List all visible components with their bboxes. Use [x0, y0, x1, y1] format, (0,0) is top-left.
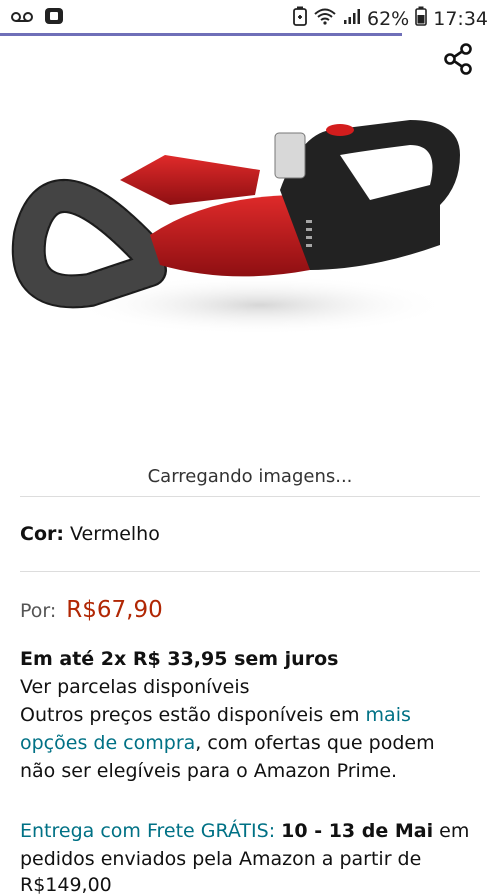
installments-link[interactable]: Ver parcelas disponíveis	[20, 676, 250, 698]
status-left-icons	[10, 7, 64, 29]
other-prices-text: Outros preços estão disponíveis em	[20, 704, 360, 726]
product-image[interactable]	[10, 95, 490, 395]
color-value: Vermelho	[70, 523, 160, 545]
battery-percent: 62%	[367, 7, 410, 30]
price-row: Por: R$67,90	[20, 597, 163, 623]
installments-text: Em até 2x R$ 33,95 sem juros	[20, 648, 339, 670]
buying-options-link[interactable]: opções de compra	[20, 732, 195, 754]
delivery-suffix: em	[439, 820, 470, 842]
loading-images-text: Carregando imagens...	[147, 466, 353, 487]
color-label: Cor:	[20, 523, 64, 545]
other-prices-text: , com ofertas que podem	[195, 732, 435, 754]
share-button[interactable]	[441, 42, 475, 76]
share-icon	[444, 43, 472, 75]
delivery-line-2: pedidos enviados pela Amazon a partir de	[20, 848, 422, 870]
battery-icon	[415, 6, 428, 31]
delivery-line-3: R$149,00	[20, 874, 112, 896]
screen-cast-icon	[44, 7, 64, 29]
free-delivery-link[interactable]: Entrega com Frete GRÁTIS:	[20, 820, 275, 842]
wifi-icon	[313, 7, 337, 30]
other-prices-line-2: opções de compra, com ofertas que podem	[20, 732, 435, 754]
other-prices-line-3: não ser elegíveis para o Amazon Prime.	[20, 760, 398, 782]
divider	[20, 496, 480, 497]
clock: 17:34	[433, 7, 488, 30]
price-value: R$67,90	[66, 597, 163, 623]
delivery-line-1: Entrega com Frete GRÁTIS: 10 - 13 de Mai…	[20, 820, 469, 842]
more-options-link[interactable]: mais	[366, 704, 411, 726]
color-selection: Cor: Vermelho	[20, 523, 160, 545]
status-bar: 62% 17:34	[0, 0, 500, 34]
battery-saver-icon	[293, 6, 307, 31]
divider	[20, 571, 480, 572]
page-load-progress	[0, 33, 402, 36]
status-right: 62% 17:34	[293, 6, 488, 31]
signal-icon	[343, 7, 361, 30]
other-prices-line-1: Outros preços estão disponíveis em mais	[20, 704, 411, 726]
handheld-vacuum-image	[11, 120, 460, 335]
delivery-dates: 10 - 13 de Mai	[281, 820, 434, 842]
voicemail-icon	[10, 7, 34, 29]
price-label: Por:	[20, 600, 57, 622]
